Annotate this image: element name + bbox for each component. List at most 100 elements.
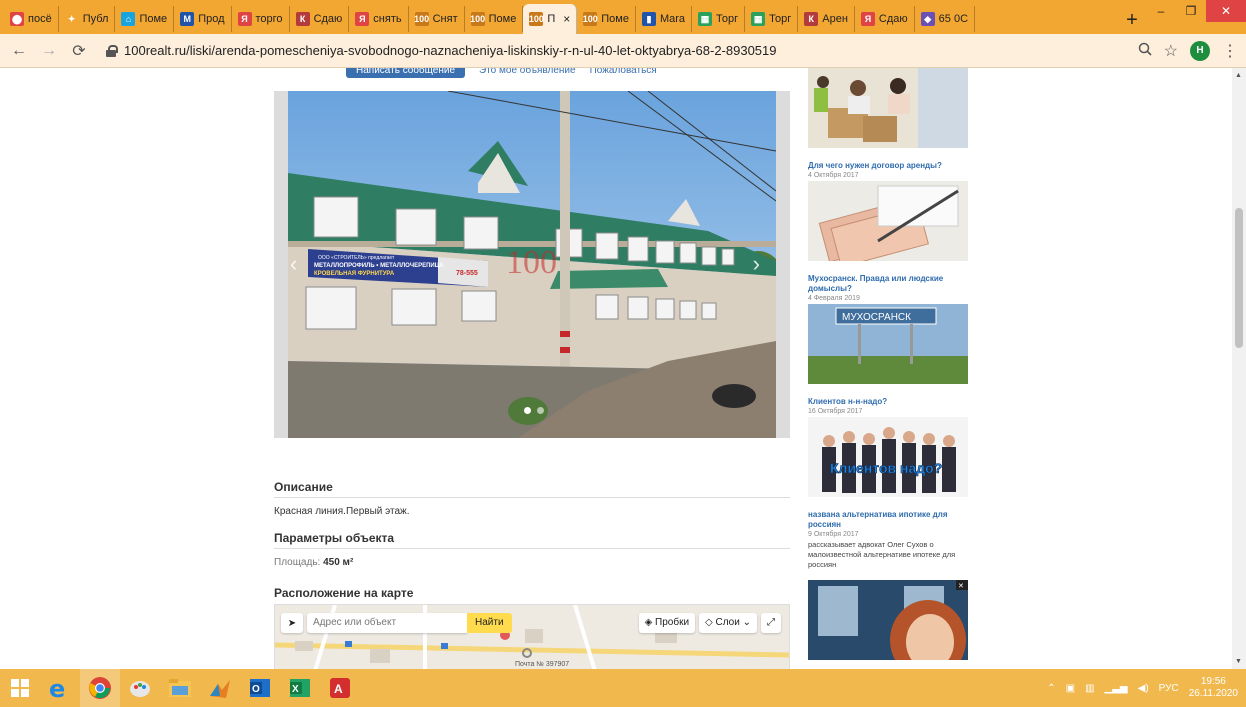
clock-date: 26.11.2020 <box>1188 688 1238 699</box>
article-image[interactable] <box>808 181 968 261</box>
browser-tab[interactable]: 100 Поме <box>577 6 636 32</box>
url-text: 100realt.ru/liski/arenda-pomescheniya-sv… <box>124 43 777 58</box>
browser-tab[interactable]: Я Сдаю <box>855 6 915 32</box>
window-controls: – ❐ ✕ <box>1146 0 1246 22</box>
tab-favicon-icon: M <box>180 12 195 26</box>
map-layers-button[interactable]: ◇ Слои ⌄ <box>699 613 757 633</box>
article-image[interactable] <box>808 68 968 148</box>
gallery-prev-arrow-icon[interactable]: ‹ <box>290 251 297 277</box>
acrobat-icon[interactable]: A <box>320 669 360 707</box>
bookmark-star-icon[interactable]: ☆ <box>1164 41 1178 61</box>
map-traffic-button[interactable]: ◈ Пробки <box>638 613 696 633</box>
browser-tab[interactable]: ▦ Торг <box>745 6 799 32</box>
browser-tab[interactable]: ⌂ Поме <box>115 6 175 32</box>
network-icon[interactable]: ▥ <box>1085 683 1094 694</box>
profile-avatar[interactable]: H <box>1190 40 1210 61</box>
browser-tab[interactable]: ▮ Mara <box>636 6 693 32</box>
volume-icon[interactable]: ◀) <box>1138 683 1149 694</box>
banner-text-1: ООО «СТРОИТЕЛЬ» предлагает <box>318 255 395 261</box>
tab-label: Прод <box>198 13 225 25</box>
banner-text-3: КРОВЕЛЬНАЯ ФУРНИТУРА <box>314 271 395 277</box>
tab-label: Сдаю <box>878 13 908 25</box>
excel-icon[interactable]: X <box>280 669 320 707</box>
browser-tab[interactable]: M Прод <box>174 6 232 32</box>
tab-list: ⬤ посё ✦ Публ ⌂ Поме M Прод Яторго К Сдаю Яснять 100… <box>0 4 1118 34</box>
tab-favicon-icon: К <box>295 12 310 26</box>
building-photo: ООО «СТРОИТЕЛЬ» предлагает МЕТАЛЛОПРОФИЛ… <box>288 91 776 438</box>
tab-favicon-icon: 100 <box>470 12 486 26</box>
chrome-icon[interactable] <box>80 669 120 707</box>
article-title[interactable]: Для чего нужен договор аренды? <box>808 161 970 171</box>
close-window-button[interactable]: ✕ <box>1206 0 1246 22</box>
reload-icon[interactable]: ⟳ <box>68 40 90 62</box>
matlab-icon[interactable] <box>200 669 240 707</box>
scroll-down-icon[interactable]: ▼ <box>1235 658 1242 665</box>
tray-expand-icon[interactable]: ⌃ <box>1047 683 1055 694</box>
menu-kebab-icon[interactable]: ⋮ <box>1222 41 1238 61</box>
browser-tab[interactable]: 100 П × <box>523 4 578 34</box>
browser-tab[interactable]: 100 Поме <box>465 6 524 32</box>
forward-arrow-icon[interactable]: → <box>38 40 60 62</box>
clock[interactable]: 19:56 26.11.2020 <box>1189 676 1238 700</box>
browser-tab[interactable]: 100 Снят <box>409 6 465 32</box>
tab-label: Арен <box>822 13 848 25</box>
my-ad-link[interactable]: Это мое объявление <box>479 68 576 76</box>
internet-explorer-icon[interactable]: e <box>40 669 80 707</box>
outlook-icon[interactable]: O <box>240 669 280 707</box>
maximize-button[interactable]: ❐ <box>1176 0 1206 22</box>
minimize-button[interactable]: – <box>1146 0 1176 22</box>
tab-label: Поме <box>139 13 168 25</box>
svg-text:A: A <box>334 682 343 696</box>
back-arrow-icon[interactable]: ← <box>8 40 30 62</box>
language-indicator[interactable]: РУС <box>1159 683 1179 694</box>
browser-tab[interactable]: ◆ 65 0С <box>915 6 976 32</box>
tab-label: П <box>547 13 556 25</box>
article-title[interactable]: Клиентов н-н-надо? <box>808 397 970 407</box>
map-find-button[interactable]: Найти <box>467 613 512 633</box>
browser-tab[interactable]: ▦ Торг <box>692 6 746 32</box>
article-title[interactable]: Мухосранск. Правда или людские домыслы? <box>808 274 970 294</box>
tray-app-icon[interactable]: ▣ <box>1066 683 1075 694</box>
new-tab-button[interactable]: + <box>1118 6 1146 34</box>
gallery-pagination <box>524 407 544 414</box>
gallery-next-arrow-icon[interactable]: › <box>753 251 760 277</box>
article-image[interactable]: МУХОСРАНСК <box>808 304 968 384</box>
browser-tab[interactable]: ⬤ посё <box>4 6 59 32</box>
signal-icon[interactable]: ▁▃▅ <box>1105 683 1128 694</box>
tab-close-icon[interactable]: × <box>563 12 570 26</box>
scroll-up-icon[interactable]: ▲ <box>1235 72 1242 79</box>
windows-start-icon[interactable] <box>0 669 40 707</box>
page-scrollbar[interactable]: ▲ ▼ <box>1232 68 1246 669</box>
write-message-button[interactable]: Написать сообщение <box>346 68 466 78</box>
browser-tab-strip: ⬤ посё ✦ Публ ⌂ Поме M Прод Яторго К Сдаю Яснять 100… <box>0 0 1246 34</box>
scrollbar-thumb[interactable] <box>1235 208 1243 348</box>
address-bar[interactable]: 100realt.ru/liski/arenda-pomescheniya-sv… <box>98 38 1130 64</box>
gallery-dot[interactable] <box>537 407 544 414</box>
complain-link[interactable]: Пожаловаться <box>590 68 657 76</box>
browser-tab[interactable]: Яснять <box>349 6 409 32</box>
article-image[interactable]: Клиентов надо? <box>808 417 968 497</box>
tab-favicon-icon: ⌂ <box>121 12 136 26</box>
tab-favicon-icon: Я <box>355 12 370 26</box>
browser-tab[interactable]: Яторго <box>232 6 290 32</box>
file-explorer-icon[interactable] <box>160 669 200 707</box>
browser-tab[interactable]: К Арен <box>798 6 855 32</box>
photo-gallery[interactable]: ООО «СТРОИТЕЛЬ» предлагает МЕТАЛЛОПРОФИЛ… <box>274 91 790 438</box>
paint-icon[interactable] <box>120 669 160 707</box>
area-value: 450 м² <box>323 557 354 568</box>
area-label: Площадь: <box>274 557 321 568</box>
ad-banner[interactable]: ✕ <box>808 580 968 660</box>
map-search-input[interactable]: Адрес или объект <box>307 613 467 633</box>
map-widget[interactable]: ➤ Адрес или объект Найти ◈ Пробки ◇ Слои… <box>274 604 790 669</box>
tab-label: Торг <box>769 13 792 25</box>
article-description: рассказывает адвокат Олег Сухов о малоиз… <box>808 540 956 569</box>
gallery-dot[interactable] <box>524 407 531 414</box>
description-text: Красная линия.Первый этаж. <box>274 506 410 517</box>
article-title[interactable]: названа альтернатива ипотике для россиян <box>808 510 970 530</box>
location-section: Расположение на карте <box>274 586 790 603</box>
browser-tab[interactable]: К Сдаю <box>290 6 350 32</box>
zoom-icon[interactable] <box>1138 42 1152 59</box>
map-locate-icon[interactable]: ➤ <box>281 613 303 633</box>
map-fullscreen-icon[interactable]: ⤢ <box>761 613 781 633</box>
browser-tab[interactable]: ✦ Публ <box>59 6 116 32</box>
